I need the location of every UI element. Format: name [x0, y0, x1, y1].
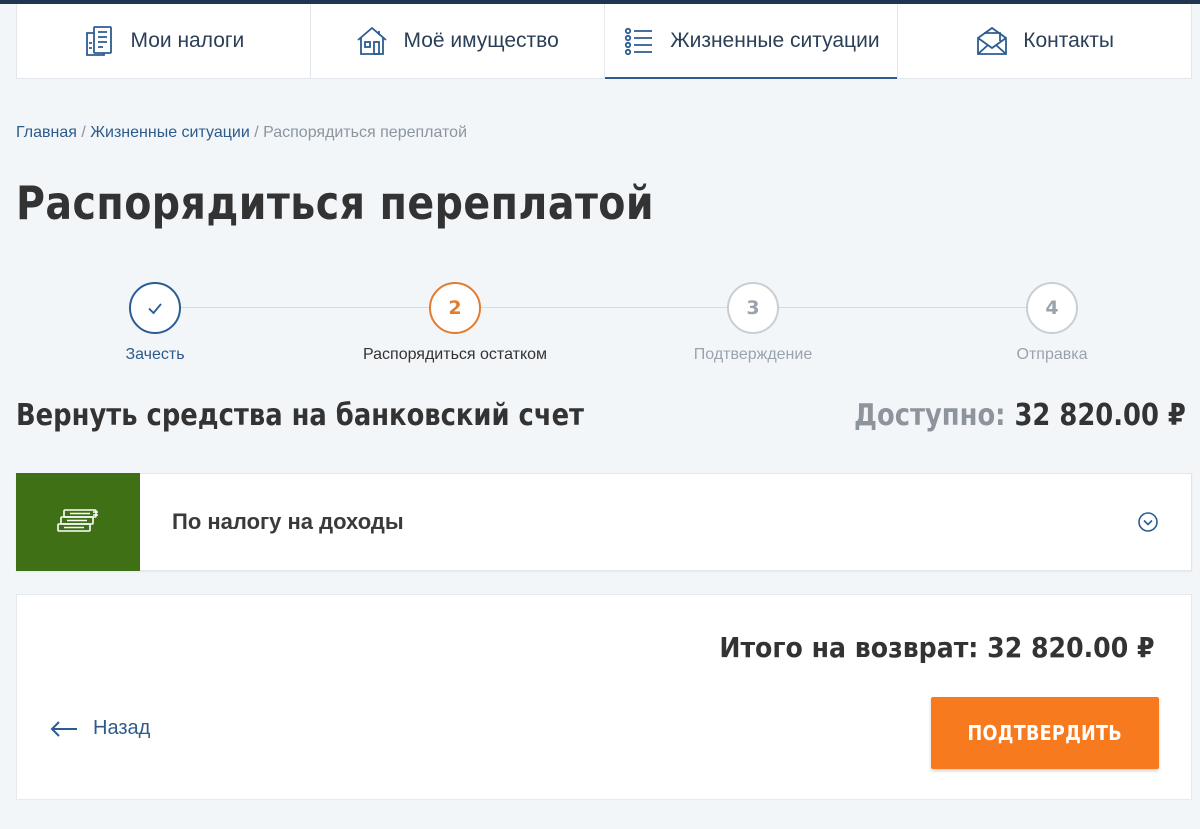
back-link[interactable]: Назад	[49, 717, 150, 740]
breadcrumb-section-link[interactable]: Жизненные ситуации	[90, 124, 250, 141]
page-title: Распорядиться переплатой	[16, 176, 655, 230]
step-number: 3	[727, 282, 779, 334]
available-label: Доступно:	[854, 398, 1006, 433]
step-label: Зачесть	[125, 346, 185, 363]
step-confirmation: 3 Подтверждение	[643, 282, 863, 364]
accordion-title: По налогу на доходы	[172, 509, 404, 534]
breadcrumb-separator: /	[249, 124, 264, 141]
step-sending: 4 Отправка	[942, 282, 1162, 364]
section-title: Вернуть средства на банковский счет	[16, 398, 585, 433]
tax-documents-icon	[86, 26, 113, 56]
step-number: 4	[1026, 282, 1078, 334]
breadcrumb-current: Распорядиться переплатой	[263, 124, 468, 141]
top-navigation: Мои налоги Моё имущество Жизненные ситуа…	[16, 4, 1192, 79]
nav-item-contacts[interactable]: Контакты	[898, 4, 1192, 78]
available-amount: 32 820.00 ₽	[1014, 398, 1186, 433]
nav-item-label: Жизненные ситуации	[670, 29, 880, 52]
envelope-icon	[977, 26, 1008, 55]
chevron-down-icon[interactable]	[1137, 511, 1159, 533]
total-amount: 32 820.00 ₽	[987, 631, 1155, 664]
step-label: Отправка	[1016, 346, 1088, 363]
arrow-left-icon	[50, 720, 77, 737]
nav-item-label: Контакты	[1023, 29, 1114, 52]
step-number: 2	[429, 282, 481, 334]
house-icon	[357, 26, 388, 55]
step-credit[interactable]: Зачесть	[45, 282, 265, 364]
back-label: Назад	[93, 717, 151, 739]
nav-item-label: Моё имущество	[403, 29, 559, 52]
confirm-label: ПОДТВЕРДИТЬ	[967, 721, 1123, 745]
breadcrumb-home-link[interactable]: Главная	[16, 124, 77, 141]
total-refund: Итого на возврат: 32 820.00 ₽	[720, 631, 1155, 664]
checkmark-icon	[148, 303, 162, 315]
accordion-icon-box	[16, 473, 140, 571]
summary-card: Итого на возврат: 32 820.00 ₽ Назад ПОДТ…	[16, 594, 1192, 800]
step-circle	[129, 282, 181, 334]
stepper-track	[155, 307, 1052, 308]
breadcrumb-separator: /	[76, 124, 91, 141]
nav-item-my-property[interactable]: Моё имущество	[311, 4, 605, 78]
nav-item-label: Мои налоги	[130, 29, 245, 52]
list-icon	[625, 27, 653, 56]
total-label: Итого на возврат:	[719, 631, 979, 664]
nav-item-life-situations[interactable]: Жизненные ситуации	[604, 4, 899, 79]
income-tax-accordion[interactable]: По налогу на доходы	[16, 473, 1192, 571]
step-label: Подтверждение	[693, 346, 813, 363]
money-stack-icon	[57, 509, 98, 532]
step-dispose-remainder: 2 Распорядиться остатком	[345, 282, 565, 364]
confirm-button[interactable]: ПОДТВЕРДИТЬ	[931, 697, 1159, 769]
nav-item-my-taxes[interactable]: Мои налоги	[16, 4, 311, 78]
breadcrumb: Главная / Жизненные ситуации / Распоряди…	[16, 124, 467, 142]
step-label: Распорядиться остатком	[362, 346, 548, 363]
available-balance: Доступно: 32 820.00 ₽	[854, 398, 1186, 433]
